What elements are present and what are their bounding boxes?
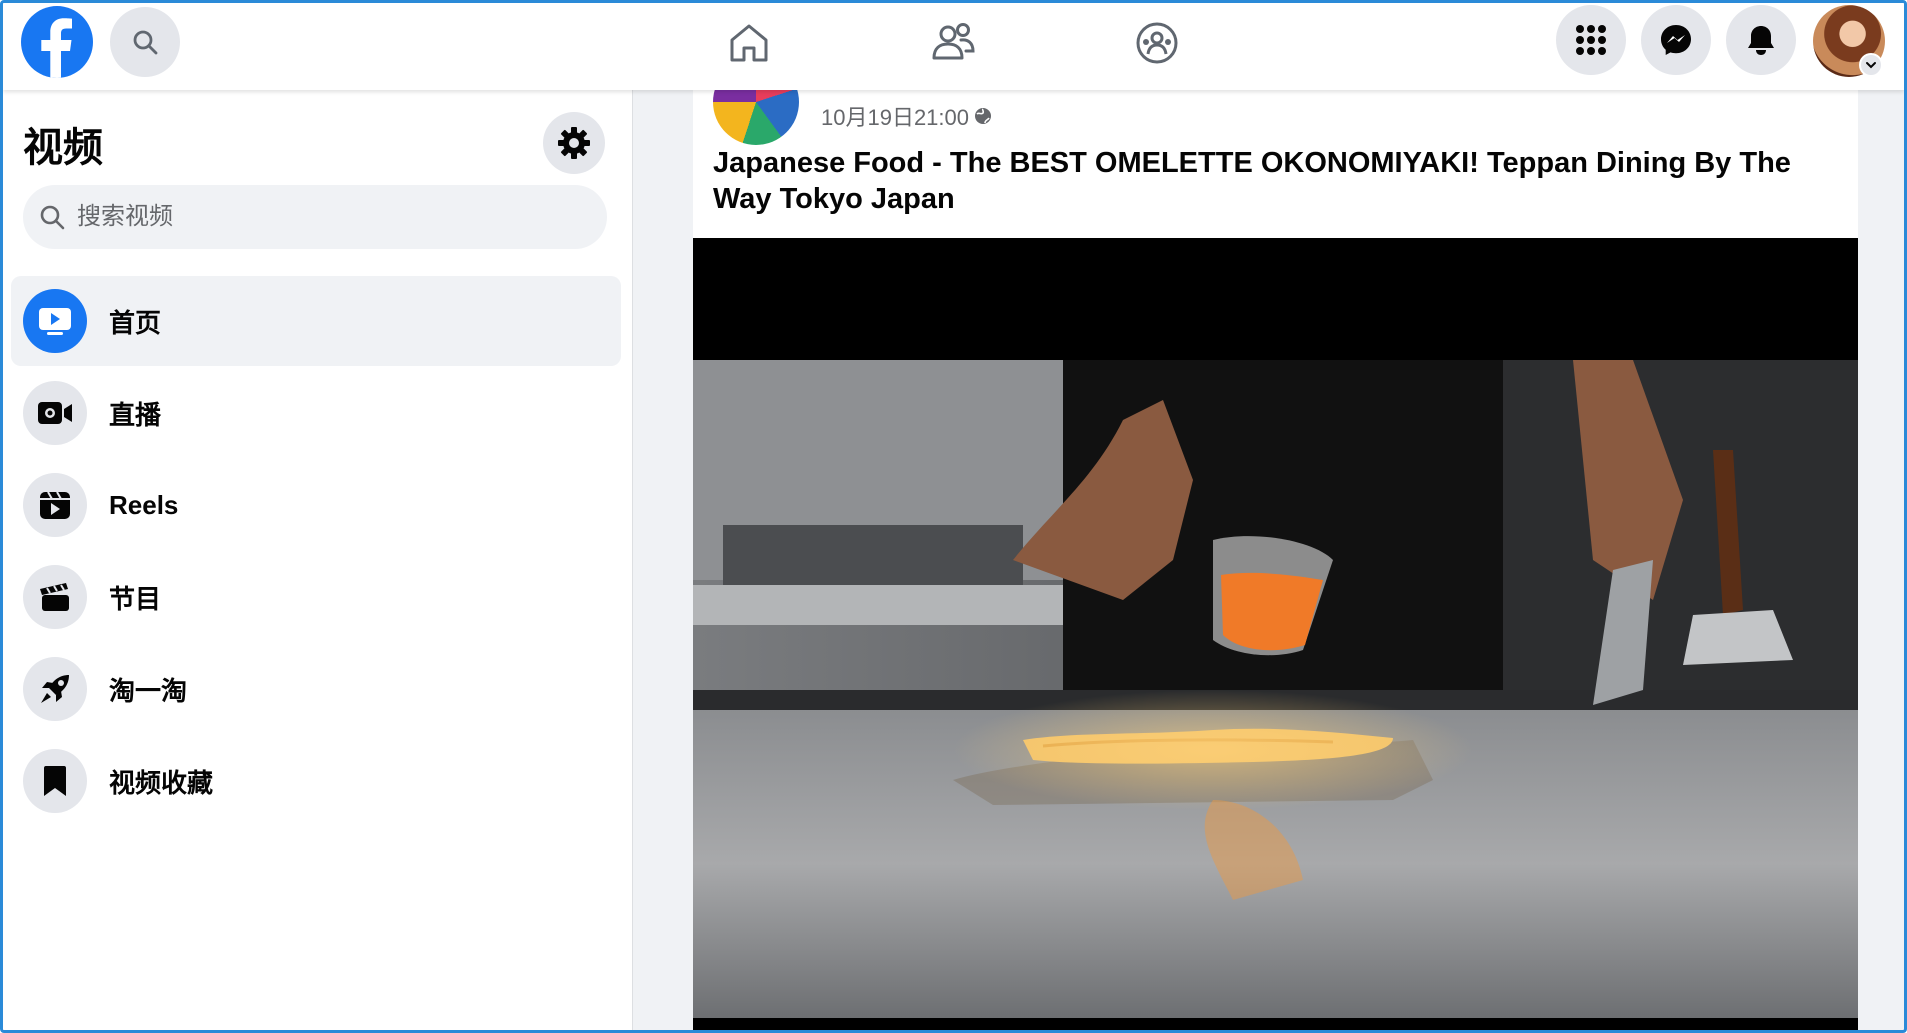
video-still xyxy=(693,360,1858,1018)
video-player[interactable] xyxy=(693,238,1858,1030)
post-time-text: 10月19日21:00 xyxy=(821,105,969,130)
sidebar-item-saved[interactable]: 视频收藏 xyxy=(11,736,621,826)
facebook-logo[interactable] xyxy=(21,6,93,78)
sidebar-item-reels[interactable]: Reels xyxy=(11,460,621,550)
clapperboard-icon-wrap xyxy=(23,565,87,629)
bookmark-icon-wrap xyxy=(23,749,87,813)
sidebar-item-home[interactable]: 首页 xyxy=(11,276,621,366)
menu-button[interactable] xyxy=(1556,5,1626,75)
sidebar-item-shows[interactable]: 节目 xyxy=(11,552,621,642)
video-frame-image xyxy=(693,360,1858,1018)
chevron-down-icon xyxy=(1866,62,1876,69)
sidebar-item-live[interactable]: 直播 xyxy=(11,368,621,458)
search-icon xyxy=(40,205,65,230)
gear-icon xyxy=(558,127,590,159)
live-camera-icon-wrap xyxy=(23,381,87,445)
rocket-icon-wrap xyxy=(23,657,87,721)
video-post: 10月19日21:00 Japanese Food - The BEST OME… xyxy=(693,59,1858,1030)
facebook-f-icon xyxy=(41,18,72,78)
search-icon xyxy=(133,30,158,55)
notifications-icon xyxy=(1748,26,1774,55)
search-button[interactable] xyxy=(110,7,180,77)
app-window: 视频 搜索视频 首页 直播 Reels 节目 淘一淘 视频收藏 10月19日21… xyxy=(0,0,1907,1033)
reels-icon xyxy=(40,491,70,519)
sidebar-item-label: 视频收藏 xyxy=(109,767,214,798)
sidebar-item-label: 首页 xyxy=(109,307,162,338)
live-camera-icon xyxy=(38,402,72,424)
menu-grid-icon xyxy=(1576,25,1606,55)
nav-home[interactable] xyxy=(719,15,779,71)
page-title: 视频 xyxy=(23,126,103,170)
notifications-button[interactable] xyxy=(1726,5,1796,75)
nav-friends[interactable] xyxy=(923,15,983,71)
rocket-icon xyxy=(41,675,69,703)
messenger-button[interactable] xyxy=(1641,5,1711,75)
video-search-box xyxy=(23,185,607,249)
home-icon xyxy=(730,24,768,62)
settings-button[interactable] xyxy=(543,112,605,174)
messenger-icon xyxy=(1661,25,1691,55)
globe-icon xyxy=(975,108,991,124)
sidebar-item-label: 直播 xyxy=(109,399,162,430)
groups-icon xyxy=(1136,22,1178,64)
reels-icon-wrap xyxy=(23,473,87,537)
video-sidebar: 视频 搜索视频 首页 直播 Reels 节目 淘一淘 视频收藏 xyxy=(3,90,633,1030)
sidebar-item-explore[interactable]: 淘一淘 xyxy=(11,644,621,734)
video-home-icon-wrap xyxy=(23,289,87,353)
video-search-input[interactable] xyxy=(77,203,557,231)
bookmark-icon xyxy=(44,766,66,796)
account-caret-button[interactable] xyxy=(1859,53,1883,77)
clapperboard-icon xyxy=(40,583,69,611)
sidebar-item-label: Reels xyxy=(109,489,179,520)
sidebar-item-label: 节目 xyxy=(109,583,162,614)
nav-groups[interactable] xyxy=(1127,15,1187,71)
top-navigation-bar xyxy=(3,3,1904,90)
sidebar-item-label: 淘一淘 xyxy=(109,675,188,706)
friends-icon xyxy=(932,23,975,60)
post-title: Japanese Food - The BEST OMELETTE OKONOM… xyxy=(713,147,1791,215)
video-home-icon xyxy=(39,308,71,335)
post-timestamp[interactable]: 10月19日21:00 xyxy=(821,100,993,132)
